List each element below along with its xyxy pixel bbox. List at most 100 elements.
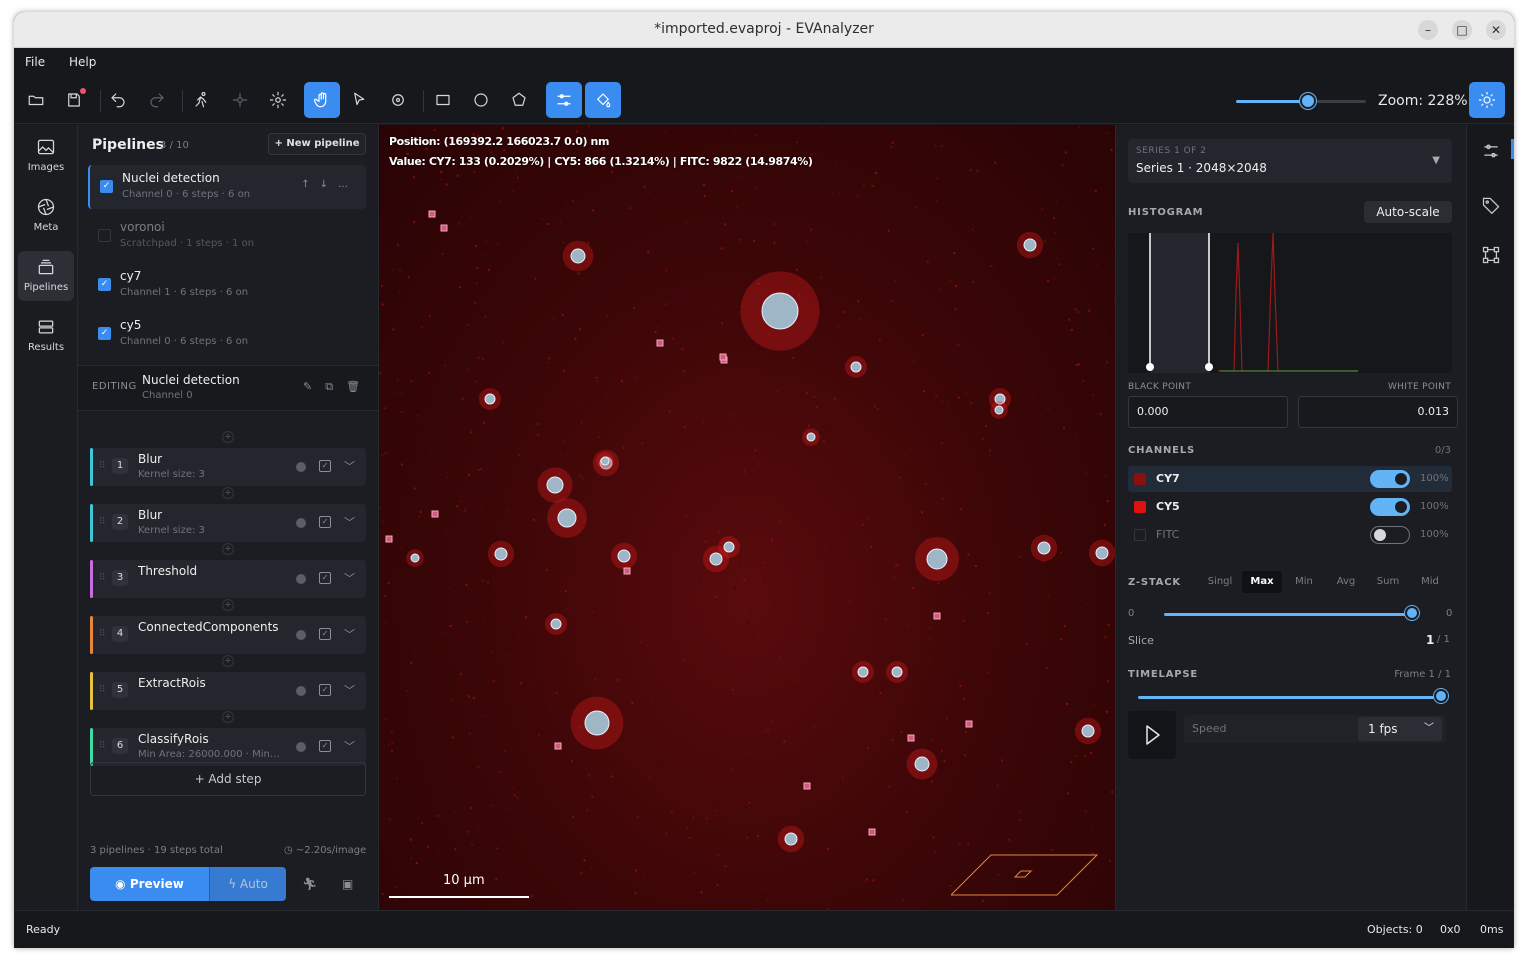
pipeline-item[interactable]: ✓ cy7 Channel 1 · 6 steps · 6 on	[88, 263, 366, 307]
detected-nucleus[interactable]	[617, 549, 631, 563]
detected-nucleus[interactable]	[570, 248, 586, 264]
pipeline-checkbox[interactable]: ✓	[100, 180, 113, 193]
pipeline-step[interactable]: ⠿ 2 Blur Kernel size: 3 ✓ ﹀	[90, 504, 366, 542]
drag-handle-icon[interactable]: ⠿	[99, 741, 106, 751]
small-roi[interactable]	[428, 210, 436, 218]
rail-results[interactable]: Results	[18, 311, 74, 361]
detected-nucleus[interactable]	[494, 547, 508, 561]
small-roi[interactable]	[803, 782, 811, 790]
detected-nucleus[interactable]	[1023, 238, 1037, 252]
add-step-button[interactable]: + Add step	[90, 762, 366, 796]
zstack-mode-singl[interactable]: Singl	[1200, 571, 1240, 593]
drag-handle-icon[interactable]: ⠿	[99, 629, 106, 639]
channel-color-swatch[interactable]	[1134, 501, 1146, 513]
step-enabled-checkbox[interactable]: ✓	[319, 628, 331, 640]
network-button[interactable]	[222, 82, 258, 118]
save-pipeline-icon[interactable]: ▣	[342, 877, 353, 891]
menu-help[interactable]: Help	[69, 55, 96, 69]
black-point-input[interactable]: 0.000	[1128, 396, 1288, 428]
tags-tab[interactable]	[1481, 195, 1501, 215]
channel-toggle[interactable]	[1370, 498, 1410, 516]
detected-nucleus[interactable]	[761, 292, 799, 330]
pipeline-checkbox[interactable]	[98, 229, 111, 242]
pipeline-step[interactable]: ⠿ 3 Threshold ✓ ﹀	[90, 560, 366, 598]
chevron-down-icon[interactable]: ﹀	[344, 570, 355, 586]
small-roi[interactable]	[385, 535, 393, 543]
detected-nucleus[interactable]	[410, 553, 420, 563]
channel-toggle[interactable]	[1370, 470, 1410, 488]
maximize-button[interactable]: □	[1452, 20, 1472, 40]
z-slider-knob[interactable]	[1405, 606, 1419, 620]
preview-button[interactable]: ◉ Preview	[90, 867, 209, 901]
detected-nucleus[interactable]	[557, 508, 577, 528]
step-enabled-checkbox[interactable]: ✓	[319, 516, 331, 528]
detected-nucleus[interactable]	[784, 832, 798, 846]
pipeline-actions[interactable]: ↑↓…	[301, 179, 358, 190]
play-button[interactable]	[1128, 711, 1176, 759]
zstack-mode-min[interactable]: Min	[1284, 571, 1324, 593]
small-roi[interactable]	[623, 567, 631, 575]
channel-color-swatch[interactable]	[1134, 529, 1146, 541]
detected-nucleus[interactable]	[584, 710, 610, 736]
pipeline-item[interactable]: voronoi Scratchpad · 1 steps · 1 on	[88, 214, 366, 258]
detected-nucleus[interactable]	[1081, 724, 1095, 738]
rail-meta[interactable]: Meta	[18, 191, 74, 241]
zstack-mode-sum[interactable]: Sum	[1368, 571, 1408, 593]
drag-handle-icon[interactable]: ⠿	[99, 573, 106, 583]
pipeline-item[interactable]: ✓ Nuclei detection Channel 0 · 6 steps ·…	[88, 165, 366, 209]
insert-step-button[interactable]: +	[222, 655, 234, 667]
point-tool-button[interactable]	[380, 82, 416, 118]
pipeline-checkbox[interactable]: ✓	[98, 278, 111, 291]
redo-button[interactable]	[139, 82, 175, 118]
auto-scale-button[interactable]: Auto-scale	[1364, 201, 1452, 223]
settings-button[interactable]	[260, 82, 296, 118]
step-status-dot[interactable]	[296, 630, 306, 640]
channel-color-swatch[interactable]	[1134, 473, 1146, 485]
adjustments-tab[interactable]	[1481, 141, 1501, 161]
pipeline-checkbox[interactable]: ✓	[98, 327, 111, 340]
channel-row[interactable]: CY7 100%	[1128, 466, 1452, 492]
detected-nucleus[interactable]	[484, 393, 496, 405]
pipeline-step[interactable]: ⠿ 5 ExtractRois ✓ ﹀	[90, 672, 366, 710]
small-roi[interactable]	[554, 742, 562, 750]
pipeline-item[interactable]: ✓ cy5 Channel 0 · 6 steps · 6 on	[88, 312, 366, 356]
pipeline-step[interactable]: ⠿ 6 ClassifyRois Min Area: 26000.000 · Min …	[90, 728, 366, 766]
ellipse-tool-button[interactable]	[463, 82, 499, 118]
zstack-mode-mid[interactable]: Mid	[1410, 571, 1450, 593]
timelapse-slider[interactable]	[1138, 696, 1440, 699]
select-tool-button[interactable]	[342, 82, 378, 118]
small-roi[interactable]	[965, 720, 973, 728]
detected-nucleus[interactable]	[600, 456, 610, 466]
open-button[interactable]	[18, 82, 54, 118]
chevron-down-icon[interactable]: ﹀	[344, 626, 355, 642]
detected-nucleus[interactable]	[550, 618, 562, 630]
detected-nucleus[interactable]	[1037, 541, 1051, 555]
step-enabled-checkbox[interactable]: ✓	[319, 740, 331, 752]
channel-row[interactable]: CY5 100%	[1128, 494, 1452, 520]
small-roi[interactable]	[719, 353, 727, 361]
chevron-down-icon[interactable]: ﹀	[344, 682, 355, 698]
step-enabled-checkbox[interactable]: ✓	[319, 572, 331, 584]
rail-pipelines[interactable]: Pipelines	[18, 251, 74, 301]
small-roi[interactable]	[440, 224, 448, 232]
detected-nucleus[interactable]	[914, 756, 930, 772]
rectangle-tool-button[interactable]	[425, 82, 461, 118]
small-roi[interactable]	[431, 510, 439, 518]
channel-toggle[interactable]	[1370, 526, 1410, 544]
detected-nucleus[interactable]	[926, 548, 948, 570]
auto-button[interactable]: ϟ Auto	[209, 867, 286, 901]
minimize-button[interactable]: –	[1418, 20, 1438, 40]
pan-tool-button[interactable]	[304, 82, 340, 118]
chevron-down-icon[interactable]: ﹀	[344, 738, 355, 754]
step-status-dot[interactable]	[296, 574, 306, 584]
editing-actions[interactable]: ✎⧉🗑	[303, 380, 373, 394]
fill-button[interactable]	[585, 82, 621, 118]
insert-step-button[interactable]: +	[222, 599, 234, 611]
adjust-button[interactable]	[546, 82, 582, 118]
new-pipeline-button[interactable]: + New pipeline	[268, 133, 366, 155]
insert-step-button[interactable]: +	[222, 711, 234, 723]
detected-nucleus[interactable]	[850, 361, 862, 373]
step-enabled-checkbox[interactable]: ✓	[319, 684, 331, 696]
detected-nucleus[interactable]	[1095, 546, 1109, 560]
detected-nucleus[interactable]	[994, 405, 1004, 415]
